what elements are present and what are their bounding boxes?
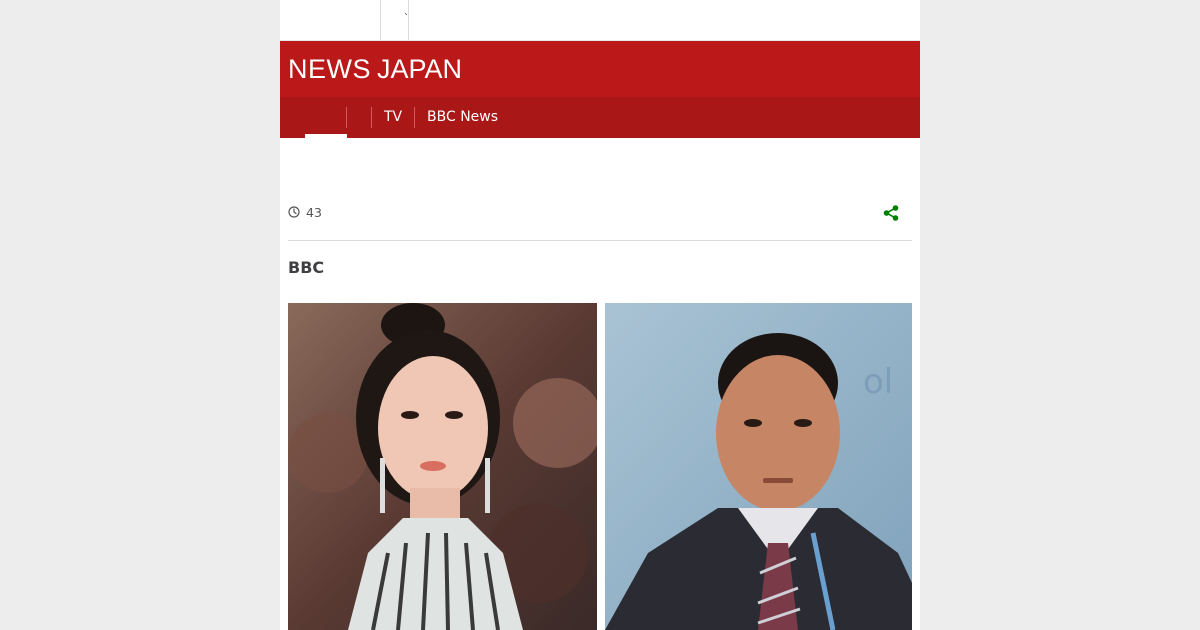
right-portrait: ol (605, 303, 912, 630)
left-portrait (288, 303, 603, 630)
nav-item-label: TV (384, 109, 403, 125)
nav-item-home[interactable] (305, 97, 347, 138)
topbar-divider (380, 0, 381, 40)
page: ˋ NEWS JAPAN TV BBC News 43 BBC ol (280, 0, 920, 630)
nav-item-tv[interactable]: TV (384, 97, 402, 138)
byline: BBC (288, 258, 325, 277)
nav-divider (371, 107, 372, 128)
share-icon[interactable] (882, 204, 900, 222)
clock-icon (288, 206, 300, 218)
top-utility-bar: ˋ (280, 0, 920, 41)
article-meta: 43 (288, 200, 912, 240)
logo-region: JAPAN (377, 54, 463, 84)
timestamp: 43 (306, 205, 322, 220)
nav-item-bbc-news[interactable]: BBC News (427, 97, 498, 138)
nav-divider (414, 107, 415, 128)
nav-active-indicator (305, 134, 347, 138)
site-logo[interactable]: NEWS JAPAN (288, 54, 462, 89)
article-photo-composite: ol (288, 303, 912, 630)
topbar-divider (408, 0, 409, 40)
main-nav: TV BBC News (280, 97, 920, 138)
meta-divider (288, 240, 912, 241)
nav-item-blank[interactable] (347, 97, 371, 138)
nav-item-label: BBC News (427, 109, 499, 125)
article-image: ol (288, 303, 912, 630)
svg-text:ol: ol (863, 362, 893, 402)
masthead: NEWS JAPAN (280, 41, 920, 97)
logo-news: NEWS (288, 54, 371, 84)
